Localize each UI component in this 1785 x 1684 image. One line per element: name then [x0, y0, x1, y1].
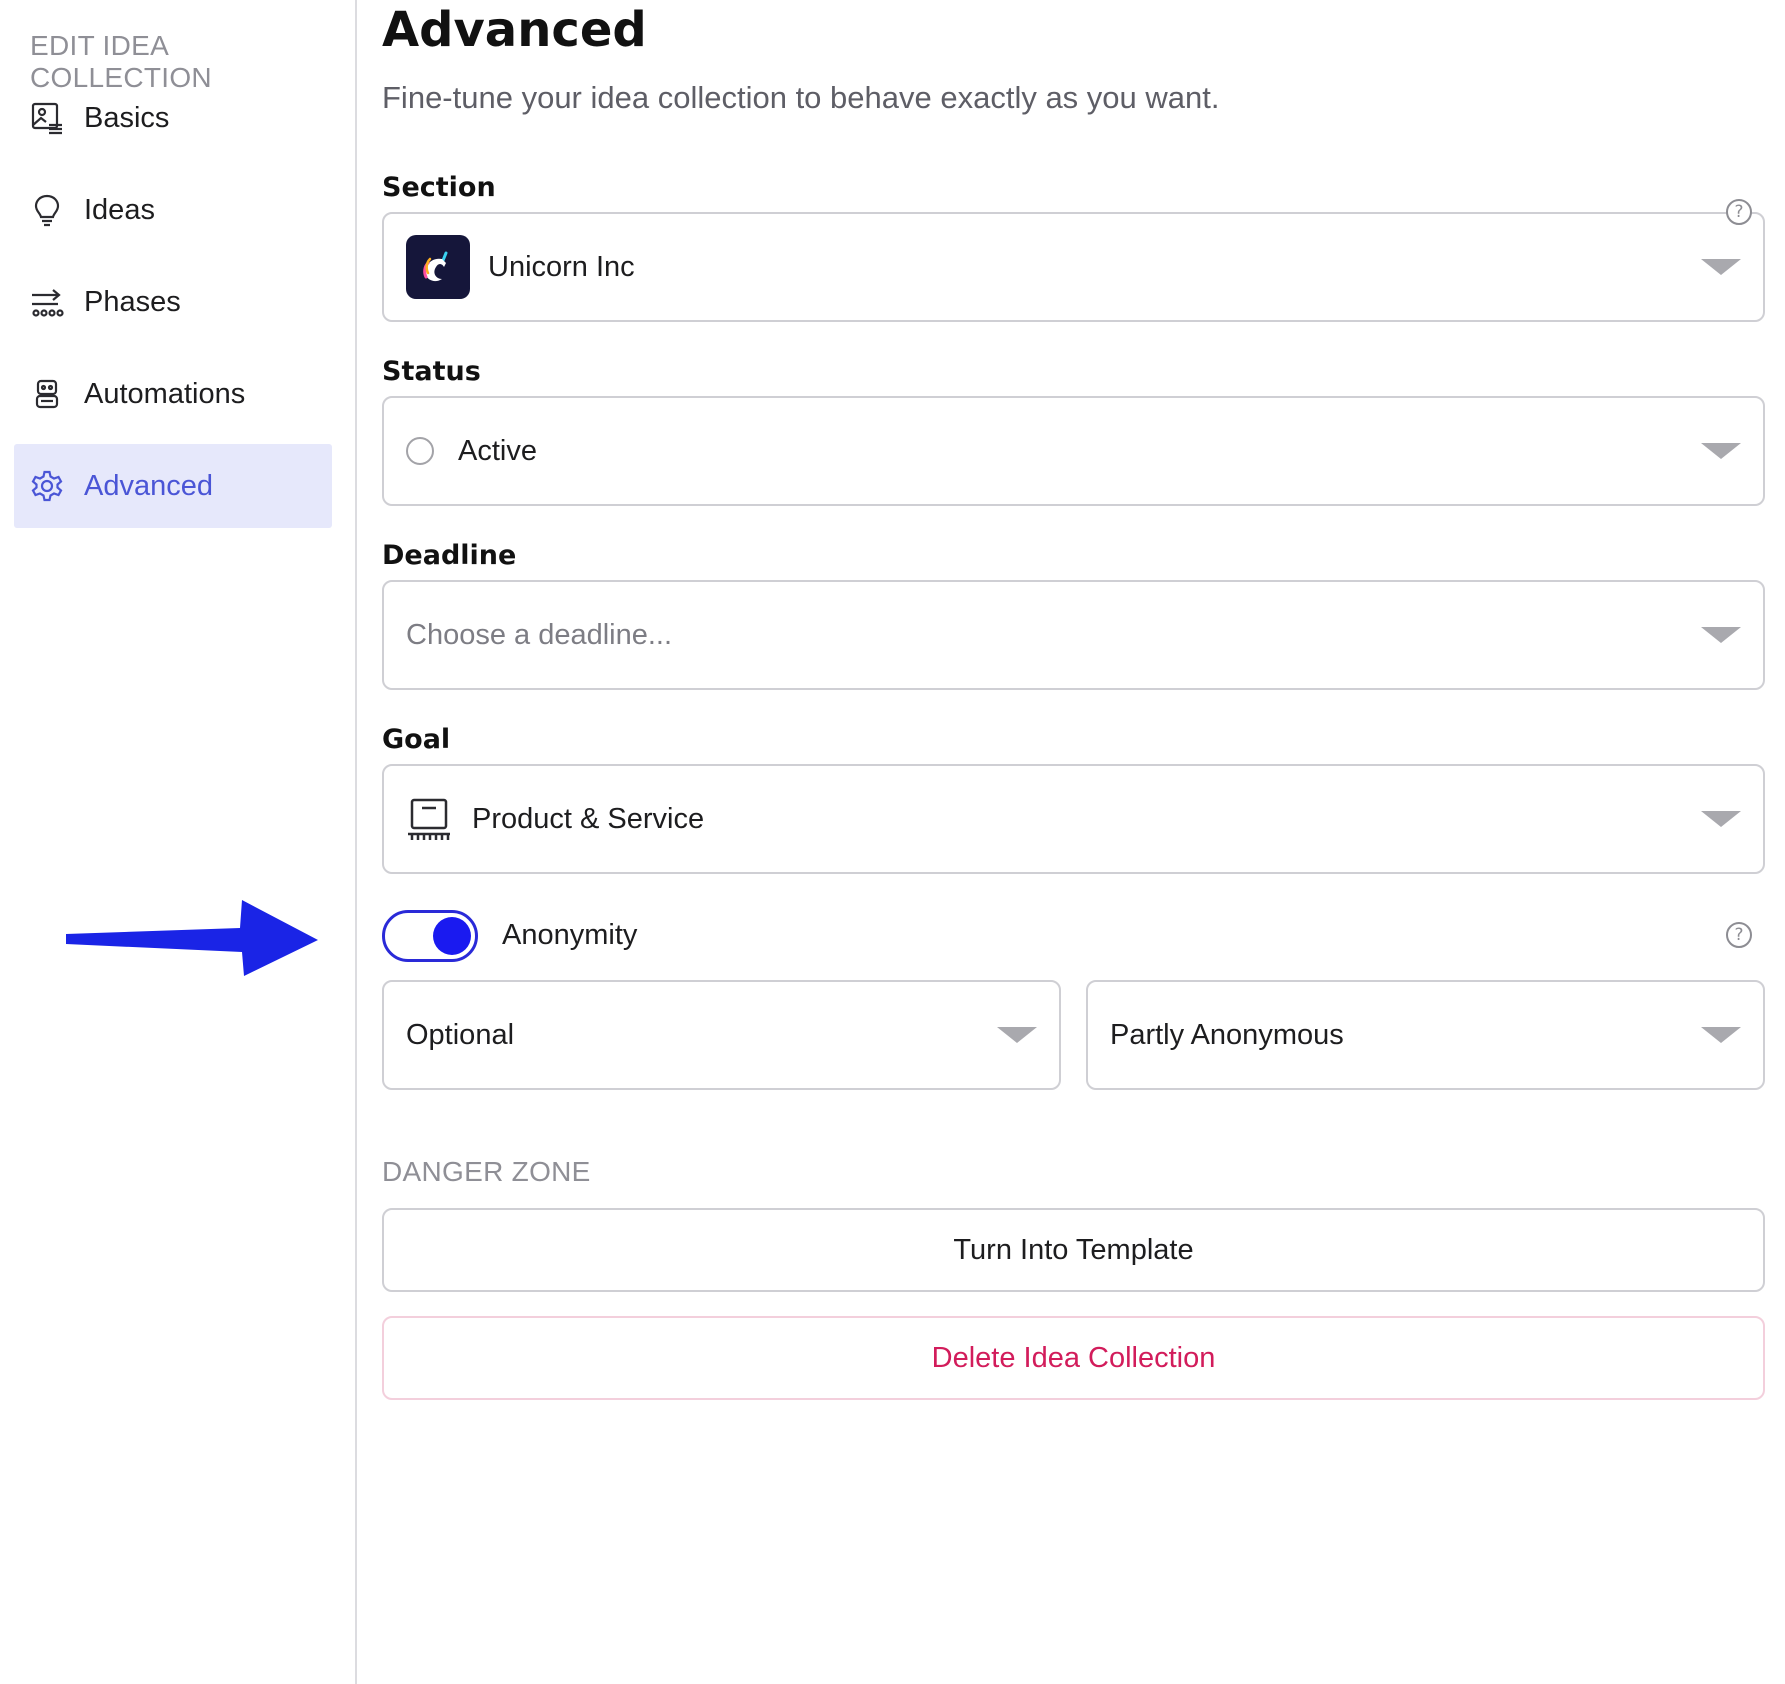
goal-value: Product & Service	[472, 802, 705, 835]
chevron-down-icon	[1701, 443, 1741, 459]
chevron-down-icon	[1701, 1027, 1741, 1043]
unicorn-logo-icon	[406, 235, 470, 299]
anonymity-level-value: Partly Anonymous	[1110, 1018, 1344, 1051]
sidebar-item-label: Ideas	[84, 193, 155, 226]
danger-zone-heading: DANGER ZONE	[382, 1156, 591, 1187]
goal-select[interactable]: Product & Service	[382, 764, 1765, 874]
toggle-knob	[433, 917, 471, 955]
sidebar-item-label: Automations	[84, 377, 246, 410]
anonymity-mode-value: Optional	[406, 1018, 515, 1051]
anonymity-help-icon[interactable]: ?	[1726, 922, 1752, 948]
sidebar-item-label: Phases	[84, 285, 181, 318]
chevron-down-icon	[1701, 627, 1741, 643]
chevron-down-icon	[1701, 259, 1741, 275]
sidebar-item-advanced[interactable]: Advanced	[14, 444, 332, 528]
sidebar-item-label: Advanced	[84, 469, 213, 502]
deadline-select[interactable]: Choose a deadline...	[382, 580, 1765, 690]
sidebar: EDIT IDEA COLLECTION Basics Ideas Phases…	[0, 0, 357, 1684]
anonymity-level-select[interactable]: Partly Anonymous	[1086, 980, 1765, 1090]
goal-label: Goal	[382, 724, 451, 755]
turn-into-template-button[interactable]: Turn Into Template	[382, 1208, 1765, 1292]
chevron-down-icon	[997, 1027, 1037, 1043]
phases-icon	[30, 285, 64, 319]
sidebar-item-ideas[interactable]: Ideas	[14, 168, 332, 252]
sidebar-item-automations[interactable]: Automations	[14, 352, 332, 436]
chevron-down-icon	[1701, 811, 1741, 827]
annotation-arrow-icon	[66, 900, 318, 976]
image-edit-icon	[30, 101, 64, 135]
lightbulb-icon	[30, 193, 64, 227]
anonymity-mode-select[interactable]: Optional	[382, 980, 1061, 1090]
status-select[interactable]: Active	[382, 396, 1765, 506]
sidebar-item-label: Basics	[84, 101, 170, 134]
status-value: Active	[458, 434, 537, 467]
deadline-placeholder: Choose a deadline...	[406, 618, 673, 651]
sidebar-item-basics[interactable]: Basics	[14, 76, 332, 160]
robot-icon	[30, 377, 64, 411]
product-service-icon	[406, 796, 452, 842]
section-value: Unicorn Inc	[488, 250, 635, 283]
section-label: Section	[382, 172, 496, 203]
delete-idea-collection-button[interactable]: Delete Idea Collection	[382, 1316, 1765, 1400]
page-title: Advanced	[382, 2, 647, 58]
status-label: Status	[382, 356, 481, 387]
status-radio-icon	[406, 437, 434, 465]
section-select[interactable]: Unicorn Inc	[382, 212, 1765, 322]
page-subtitle: Fine-tune your idea collection to behave…	[382, 80, 1220, 115]
deadline-label: Deadline	[382, 540, 517, 571]
anonymity-label: Anonymity	[502, 919, 638, 951]
section-help-icon[interactable]: ?	[1726, 199, 1752, 225]
sidebar-item-phases[interactable]: Phases	[14, 260, 332, 344]
gear-icon	[30, 469, 64, 503]
anonymity-toggle[interactable]	[382, 910, 478, 962]
